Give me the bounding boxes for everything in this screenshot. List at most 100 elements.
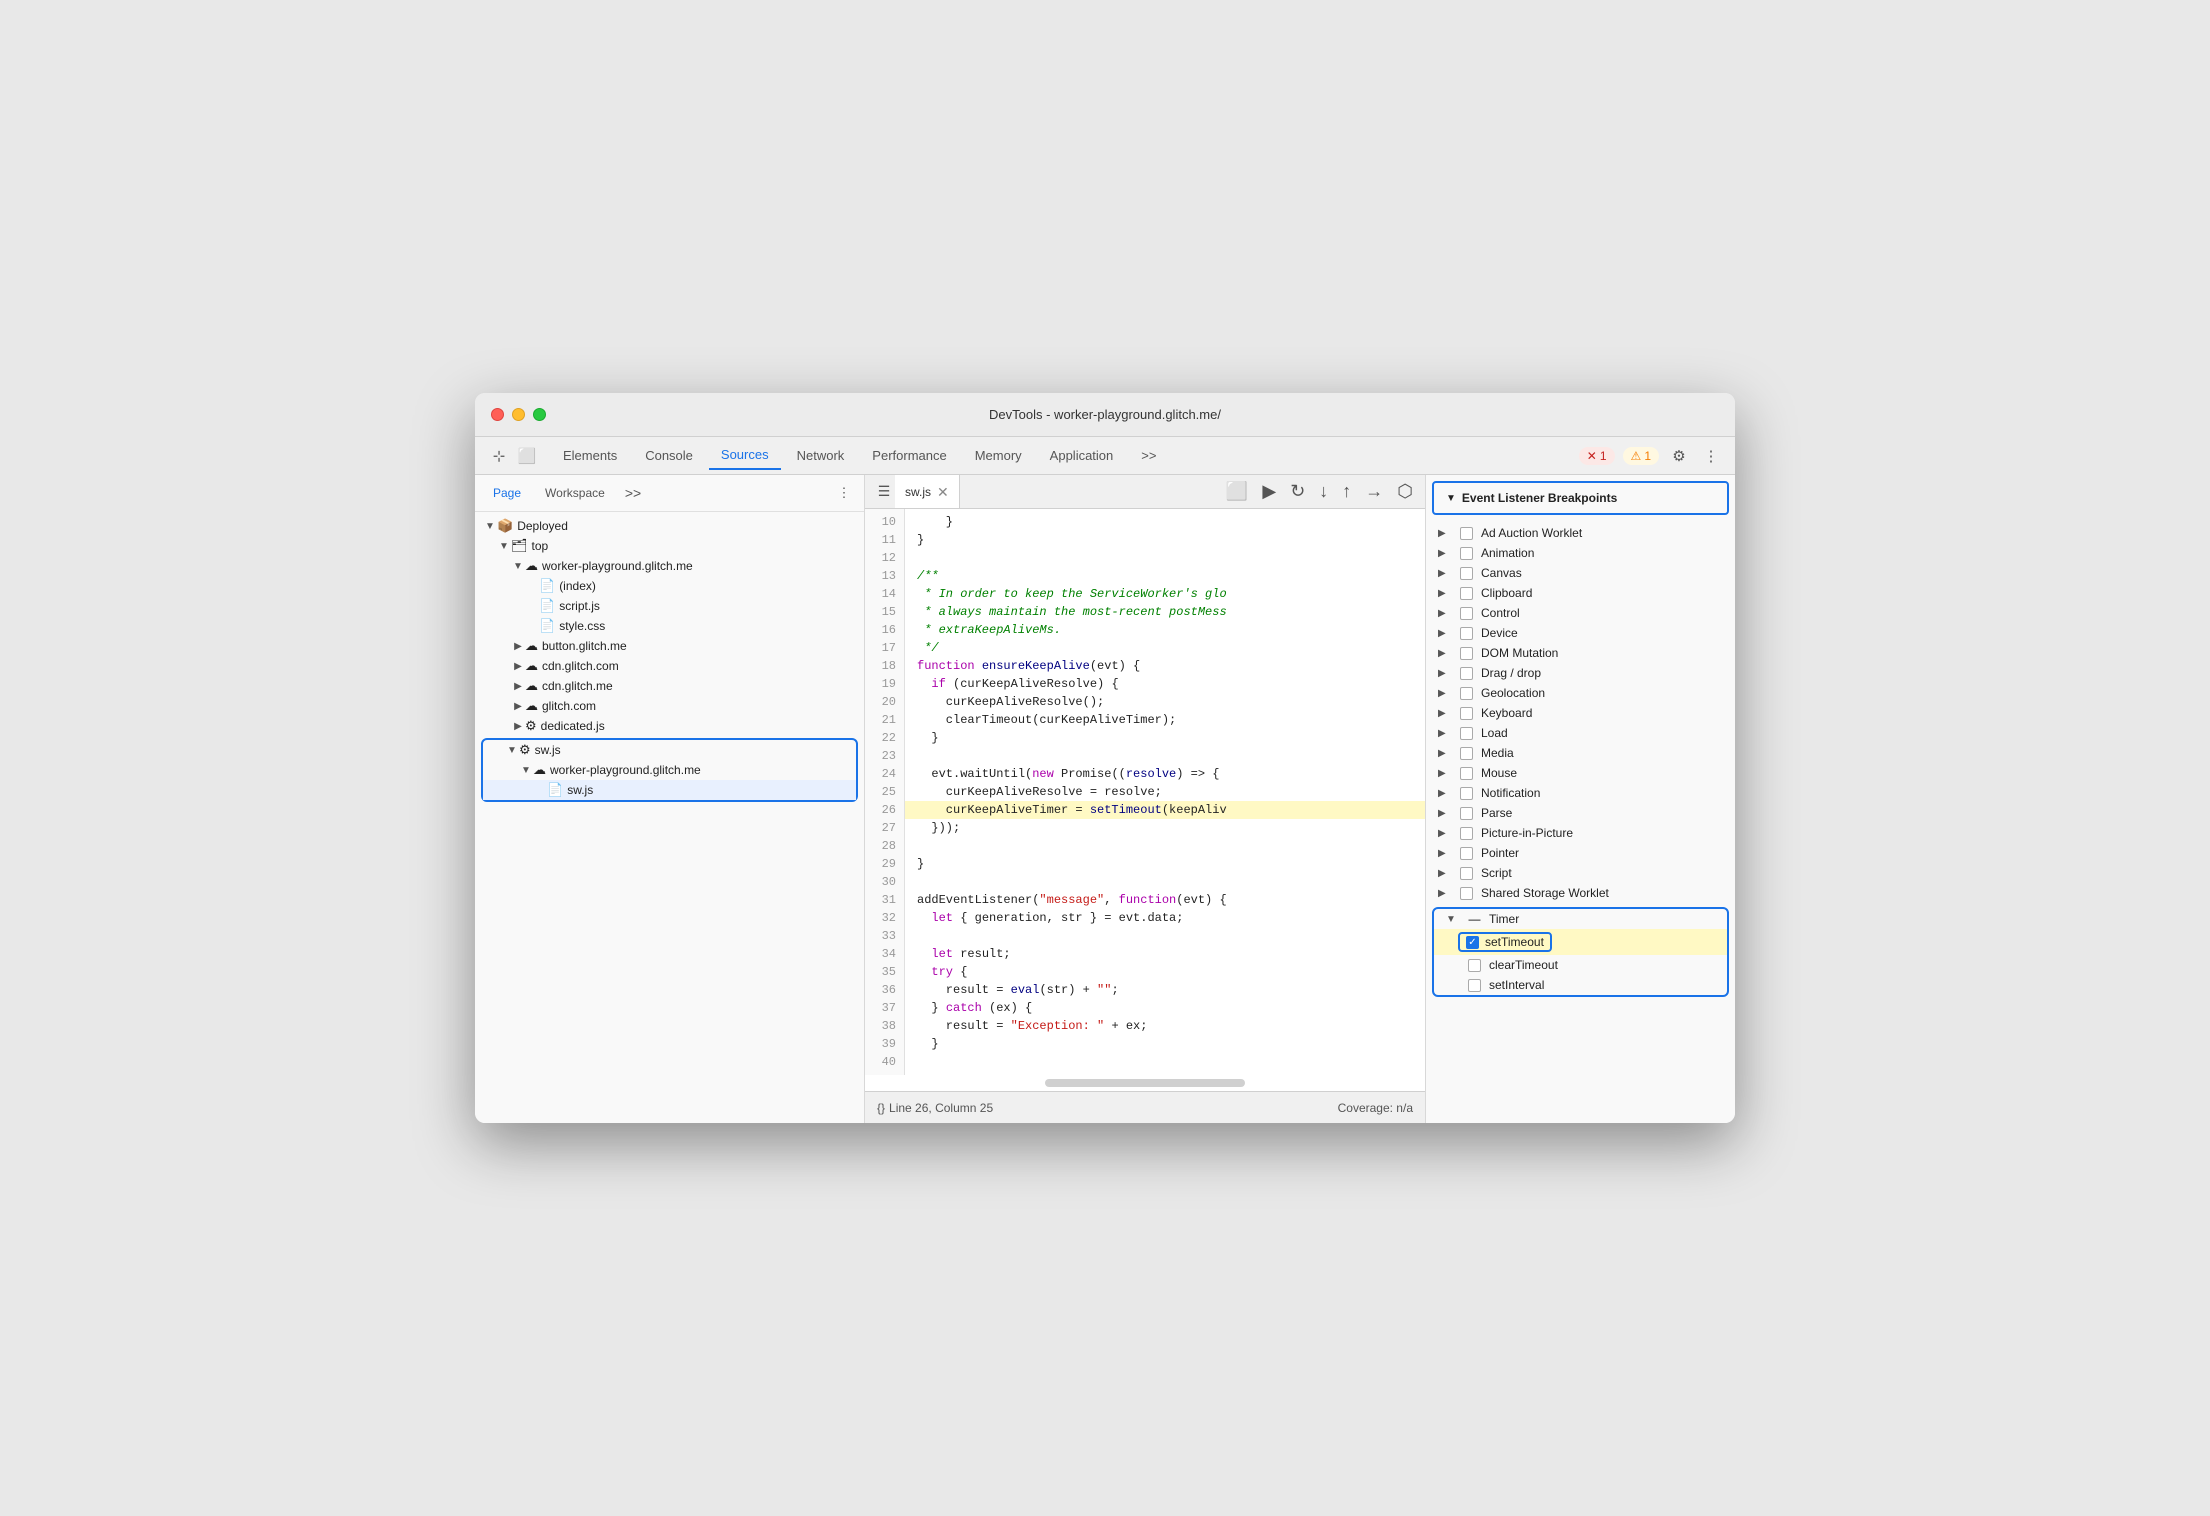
bp-checkbox[interactable] [1460, 667, 1473, 680]
toolbar-expand-icon[interactable]: ⬜ [1222, 479, 1252, 504]
breakpoints-header[interactable]: ▼ Event Listener Breakpoints [1432, 481, 1729, 515]
tree-item-worker-playground2[interactable]: ▼ ☁ worker-playground.glitch.me [483, 760, 856, 780]
bp-item-parse[interactable]: ▶ Parse [1426, 803, 1735, 823]
bp-item-cleartimeout[interactable]: clearTimeout [1434, 955, 1727, 975]
tab-application[interactable]: Application [1038, 442, 1126, 469]
toolbar-step-icon[interactable]: → [1361, 479, 1387, 504]
format-button[interactable]: {} Line 26, Column 25 [877, 1101, 993, 1115]
bp-checkbox[interactable] [1460, 687, 1473, 700]
sidebar-tab-page[interactable]: Page [483, 482, 531, 504]
editor-tab-swjs[interactable]: sw.js ✕ [895, 475, 960, 508]
error-badge[interactable]: ✕ 1 [1579, 447, 1615, 465]
bp-item-device[interactable]: ▶ Device [1426, 623, 1735, 643]
bp-checkbox[interactable] [1460, 547, 1473, 560]
device-icon[interactable]: ⬜ [515, 444, 539, 468]
bp-checkbox[interactable] [1460, 767, 1473, 780]
code-editor[interactable]: 10 11 12 13 14 15 16 17 18 19 20 21 22 2… [865, 509, 1425, 1075]
tree-item-swjs-file[interactable]: 📄 sw.js [483, 780, 856, 800]
toolbar-step-into-icon[interactable]: ↓ [1315, 479, 1332, 504]
tree-item-top[interactable]: ▼ 🗂 top [475, 536, 864, 556]
tab-sources[interactable]: Sources [709, 441, 781, 470]
bp-item-geolocation[interactable]: ▶ Geolocation [1426, 683, 1735, 703]
bp-item-control[interactable]: ▶ Control [1426, 603, 1735, 623]
bp-checkbox[interactable] [1460, 707, 1473, 720]
inspect-icon[interactable]: ⊹ [487, 444, 511, 468]
editor-tab-bar: ☰ sw.js ✕ ⬜ ▶ ↻ ↓ ↑ → ⬡ [865, 475, 1425, 509]
bp-item-settimeout[interactable]: ✓ setTimeout [1434, 929, 1727, 955]
bp-checkbox[interactable] [1460, 567, 1473, 580]
horizontal-scrollbar[interactable] [865, 1075, 1425, 1091]
minimize-button[interactable] [512, 408, 525, 421]
tree-item-dedicatedjs[interactable]: ▶ ⚙ dedicated.js [475, 716, 864, 736]
code-line: try { [905, 963, 1425, 981]
bp-item-mouse[interactable]: ▶ Mouse [1426, 763, 1735, 783]
editor-tab-close[interactable]: ✕ [937, 485, 949, 499]
bp-checkbox[interactable] [1460, 627, 1473, 640]
maximize-button[interactable] [533, 408, 546, 421]
bp-checkbox[interactable] [1460, 887, 1473, 900]
bp-checkbox-timer[interactable]: — [1468, 913, 1481, 926]
tab-memory[interactable]: Memory [963, 442, 1034, 469]
tree-item-stylecss[interactable]: 📄 style.css [475, 616, 864, 636]
bp-checkbox-cleartimeout[interactable] [1468, 959, 1481, 972]
bp-checkbox-settimeout[interactable]: ✓ [1466, 936, 1479, 949]
bp-item-timer[interactable]: ▼ — Timer [1434, 909, 1727, 929]
sidebar-action-btn[interactable]: ⋮ [832, 481, 856, 505]
toolbar-resume-icon[interactable]: ▶ [1258, 479, 1280, 504]
bp-checkbox[interactable] [1460, 727, 1473, 740]
bp-item-dom-mutation[interactable]: ▶ DOM Mutation [1426, 643, 1735, 663]
bp-checkbox[interactable] [1460, 827, 1473, 840]
bp-checkbox[interactable] [1460, 527, 1473, 540]
tab-elements[interactable]: Elements [551, 442, 629, 469]
bp-item-keyboard[interactable]: ▶ Keyboard [1426, 703, 1735, 723]
toolbar-deactivate-icon[interactable]: ⬡ [1393, 479, 1417, 504]
scrollbar-thumb[interactable] [1045, 1079, 1245, 1087]
tree-item-scriptjs[interactable]: 📄 script.js [475, 596, 864, 616]
sidebar-tab-more[interactable]: >> [621, 481, 645, 505]
sidebar-tab-workspace[interactable]: Workspace [535, 482, 615, 504]
sidebar-toggle-icon[interactable]: ☰ [873, 481, 895, 503]
bp-item-pointer[interactable]: ▶ Pointer [1426, 843, 1735, 863]
tab-more[interactable]: >> [1129, 442, 1168, 469]
tree-item-button-glitch[interactable]: ▶ ☁ button.glitch.me [475, 636, 864, 656]
expand-icon: ▶ [1438, 668, 1452, 679]
bp-checkbox[interactable] [1460, 747, 1473, 760]
bp-item-drag-drop[interactable]: ▶ Drag / drop [1426, 663, 1735, 683]
bp-item-media[interactable]: ▶ Media [1426, 743, 1735, 763]
bp-checkbox[interactable] [1460, 807, 1473, 820]
bp-item-script[interactable]: ▶ Script [1426, 863, 1735, 883]
tree-item-worker-playground[interactable]: ▼ ☁ worker-playground.glitch.me [475, 556, 864, 576]
more-icon[interactable]: ⋮ [1699, 444, 1723, 468]
tree-item-cdn-glitch-me[interactable]: ▶ ☁ cdn.glitch.me [475, 676, 864, 696]
tree-item-glitch-com[interactable]: ▶ ☁ glitch.com [475, 696, 864, 716]
tree-item-cdn-glitch-com[interactable]: ▶ ☁ cdn.glitch.com [475, 656, 864, 676]
tree-item-index[interactable]: 📄 (index) [475, 576, 864, 596]
bp-item-animation[interactable]: ▶ Animation [1426, 543, 1735, 563]
bp-checkbox[interactable] [1460, 847, 1473, 860]
bp-checkbox[interactable] [1460, 787, 1473, 800]
settings-icon[interactable]: ⚙ [1667, 444, 1691, 468]
warn-badge[interactable]: ⚠ 1 [1623, 447, 1659, 465]
tab-network[interactable]: Network [785, 442, 857, 469]
deployed-icon: 📦 [497, 518, 513, 534]
bp-item-clipboard[interactable]: ▶ Clipboard [1426, 583, 1735, 603]
bp-item-load[interactable]: ▶ Load [1426, 723, 1735, 743]
bp-item-setinterval[interactable]: setInterval [1434, 975, 1727, 995]
bp-item-pip[interactable]: ▶ Picture-in-Picture [1426, 823, 1735, 843]
bp-item-canvas[interactable]: ▶ Canvas [1426, 563, 1735, 583]
tree-item-deployed[interactable]: ▼ 📦 Deployed [475, 516, 864, 536]
bp-checkbox[interactable] [1460, 647, 1473, 660]
bp-checkbox[interactable] [1460, 607, 1473, 620]
tab-console[interactable]: Console [633, 442, 705, 469]
bp-checkbox[interactable] [1460, 587, 1473, 600]
bp-item-ad-auction[interactable]: ▶ Ad Auction Worklet [1426, 523, 1735, 543]
close-button[interactable] [491, 408, 504, 421]
toolbar-step-out-icon[interactable]: ↑ [1338, 479, 1355, 504]
tree-item-swjs[interactable]: ▼ ⚙ sw.js [483, 740, 856, 760]
bp-item-shared-storage[interactable]: ▶ Shared Storage Worklet [1426, 883, 1735, 903]
bp-item-notification[interactable]: ▶ Notification [1426, 783, 1735, 803]
bp-checkbox[interactable] [1460, 867, 1473, 880]
bp-checkbox-setinterval[interactable] [1468, 979, 1481, 992]
tab-performance[interactable]: Performance [860, 442, 958, 469]
toolbar-step-over-icon[interactable]: ↻ [1286, 479, 1309, 504]
